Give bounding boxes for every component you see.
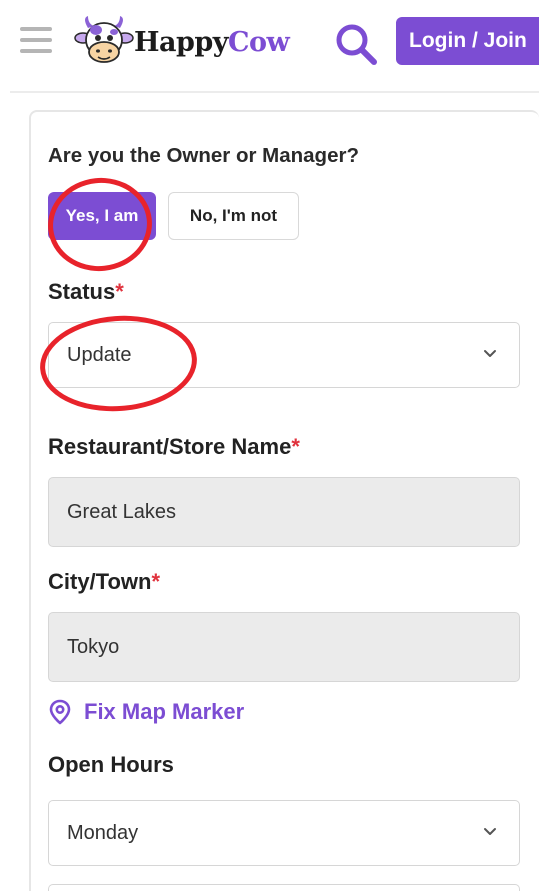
city-label-text: City/Town — [48, 569, 152, 594]
required-mark: * — [291, 434, 300, 459]
chevron-down-icon — [484, 828, 496, 835]
brand-name: HappyCow — [134, 26, 290, 58]
hamburger-menu-icon[interactable] — [20, 27, 52, 53]
store-name-label: Restaurant/Store Name* — [48, 434, 300, 460]
required-mark: * — [115, 279, 124, 304]
fix-map-marker-label: Fix Map Marker — [84, 699, 245, 724]
cow-logo-icon — [74, 16, 134, 63]
status-label: Status* — [48, 279, 124, 305]
fix-map-marker-link[interactable]: Fix Map Marker — [48, 697, 244, 727]
happycow-logo[interactable]: HappyCow — [74, 14, 314, 70]
city-field[interactable]: Tokyo — [48, 612, 520, 682]
status-label-text: Status — [48, 279, 116, 304]
owner-no-button[interactable]: No, I'm not — [168, 192, 299, 240]
store-name-value: Great Lakes — [67, 501, 176, 523]
brand-cow: Cow — [227, 26, 290, 58]
brand-happy: Happy — [134, 26, 228, 58]
chevron-down-icon — [484, 350, 496, 357]
open-hours-label: Open Hours — [48, 752, 174, 777]
city-value: Tokyo — [67, 636, 120, 658]
login-join-button[interactable]: Login / Join — [396, 17, 539, 65]
status-select-value: Update — [67, 344, 132, 366]
store-name-field[interactable]: Great Lakes — [48, 477, 520, 547]
header-divider — [10, 91, 539, 93]
next-field-edge[interactable] — [48, 884, 520, 891]
site-header: HappyCow Login / Join — [0, 0, 539, 84]
city-label: City/Town* — [48, 569, 160, 595]
status-select[interactable]: Update — [48, 322, 520, 388]
search-icon[interactable] — [334, 22, 378, 66]
owner-question-label: Are you the Owner or Manager? — [48, 144, 359, 167]
map-pin-icon — [49, 699, 71, 725]
store-name-label-text: Restaurant/Store Name — [48, 434, 292, 459]
day-select-value: Monday — [67, 822, 139, 844]
owner-yes-button[interactable]: Yes, I am — [48, 192, 156, 240]
day-select[interactable]: Monday — [48, 800, 520, 866]
required-mark: * — [151, 569, 161, 594]
